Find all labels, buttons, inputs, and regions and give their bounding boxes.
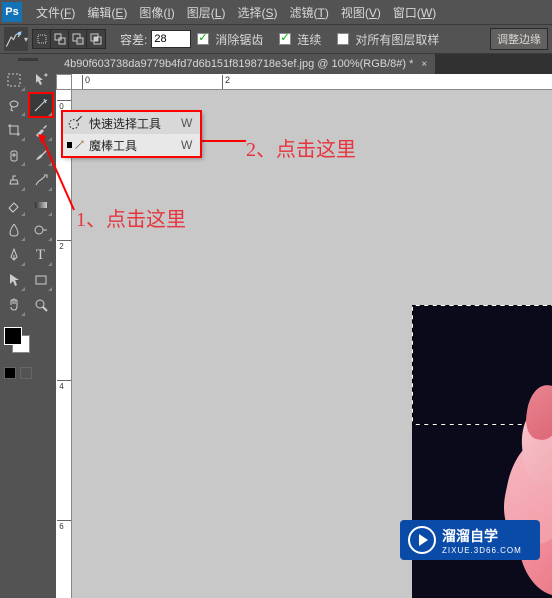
menu-bar: Ps 文件(F) 编辑(E) 图像(I) 图层(L) 选择(S) 滤镜(T) 视… (0, 0, 552, 24)
close-icon[interactable]: × (421, 59, 427, 70)
selection-add-icon[interactable] (51, 30, 69, 48)
pen-tool[interactable] (2, 243, 26, 267)
lasso-tool[interactable] (2, 93, 26, 117)
watermark: 溜溜自学 ZIXUE.3D66.COM (400, 520, 540, 560)
tolerance-label: 容差: (120, 31, 147, 48)
eraser-tool[interactable] (2, 193, 26, 217)
path-selection-tool[interactable] (2, 268, 26, 292)
clone-stamp-tool[interactable] (2, 168, 26, 192)
color-swatches[interactable] (2, 325, 54, 381)
watermark-sub: ZIXUE.3D66.COM (442, 546, 522, 555)
panel-grip[interactable] (2, 58, 54, 66)
watermark-title: 溜溜自学 (442, 526, 522, 546)
selection-new-icon[interactable] (33, 30, 51, 48)
checkbox-icon (337, 33, 349, 45)
ruler-horizontal[interactable]: 0 2 (72, 74, 552, 90)
flyout-magic-wand[interactable]: 魔棒工具 W (63, 134, 200, 156)
menu-select[interactable]: 选择(S) (231, 2, 283, 23)
play-icon (408, 526, 436, 554)
tool-flyout-menu: 快速选择工具 W 魔棒工具 W (62, 111, 201, 157)
annotation-1: 1、点击这里 (76, 203, 186, 232)
foreground-color[interactable] (4, 327, 22, 345)
ruler-origin[interactable] (56, 74, 72, 90)
marquee-tool[interactable] (2, 68, 26, 92)
move-tool[interactable] (29, 68, 53, 92)
options-bar: ▾ 容差: 消除锯齿 连续 对所有图层取样 调整边缘 (0, 24, 552, 54)
crop-tool[interactable] (2, 118, 26, 142)
dodge-tool[interactable] (29, 218, 53, 242)
document-tab[interactable]: 4b90f603738da9779b4fd7d6b151f8198718e3ef… (56, 54, 435, 74)
tab-title: 4b90f603738da9779b4fd7d6b151f8198718e3ef… (64, 58, 413, 70)
menu-layer[interactable]: 图层(L) (181, 2, 232, 23)
quick-mask-icon[interactable] (20, 367, 32, 379)
annotation-2: 2、点击这里 (246, 133, 356, 162)
contiguous-checkbox[interactable]: 连续 (279, 31, 325, 48)
hand-tool[interactable] (2, 293, 26, 317)
flyout-quick-selection[interactable]: 快速选择工具 W (63, 112, 200, 134)
default-colors-icon[interactable] (4, 367, 16, 379)
selection-intersect-icon[interactable] (87, 30, 105, 48)
healing-brush-tool[interactable] (2, 143, 26, 167)
menu-window[interactable]: 窗口(W) (387, 2, 442, 23)
all-layers-checkbox[interactable]: 对所有图层取样 (337, 31, 443, 48)
checkbox-icon (197, 33, 209, 45)
selection-mode-group (32, 29, 106, 49)
checkbox-icon (279, 33, 291, 45)
menu-view[interactable]: 视图(V) (335, 2, 387, 23)
menu-filter[interactable]: 滤镜(T) (283, 2, 334, 23)
type-tool[interactable]: T (29, 243, 53, 267)
selection-subtract-icon[interactable] (69, 30, 87, 48)
shape-tool[interactable] (29, 268, 53, 292)
zoom-tool[interactable] (29, 293, 53, 317)
current-tool-icon[interactable]: ▾ (4, 27, 28, 51)
tolerance-input[interactable] (151, 30, 191, 48)
blur-tool[interactable] (2, 218, 26, 242)
refine-edge-button[interactable]: 调整边缘 (490, 28, 548, 50)
magic-wand-tool[interactable] (29, 93, 53, 117)
app-logo: Ps (2, 2, 22, 22)
menu-image[interactable]: 图像(I) (133, 2, 180, 23)
menu-file[interactable]: 文件(F) (30, 2, 81, 23)
quick-selection-icon (67, 114, 85, 132)
antialias-checkbox[interactable]: 消除锯齿 (197, 31, 267, 48)
menu-edit[interactable]: 编辑(E) (81, 2, 133, 23)
magic-wand-icon (67, 136, 85, 154)
tab-bar: 4b90f603738da9779b4fd7d6b151f8198718e3ef… (56, 54, 552, 74)
